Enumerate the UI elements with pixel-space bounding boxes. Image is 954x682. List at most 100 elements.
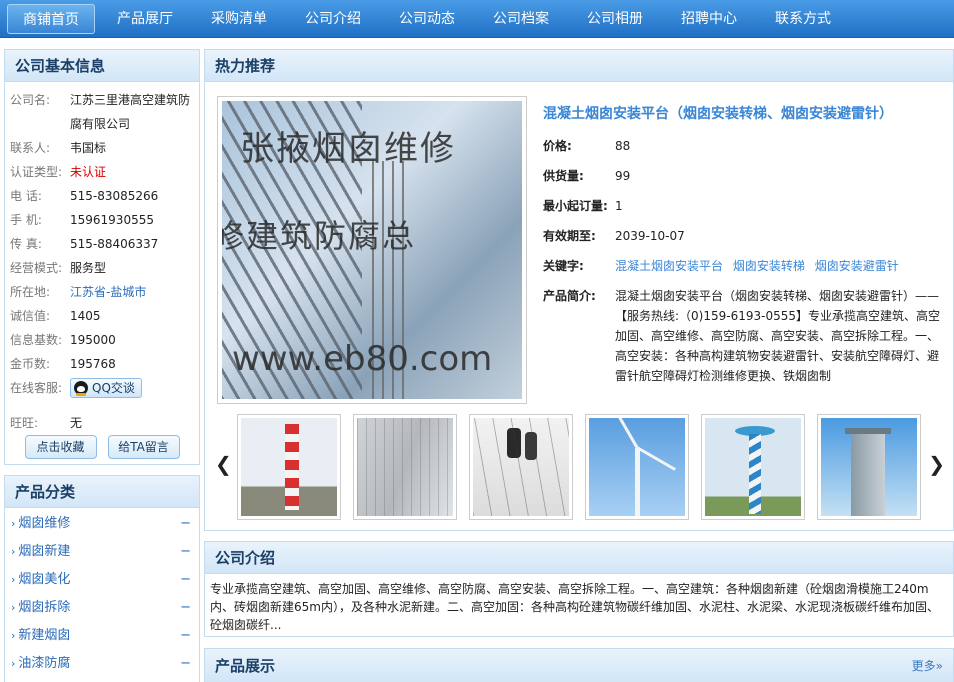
company-intro-text: 专业承揽高空建筑、高空加固、高空维修、高空防腐、高空安装、高空拆除工程。一、高空… <box>210 582 939 632</box>
location-label: 所在地: <box>10 285 51 299</box>
collapse-icon[interactable]: − <box>180 510 191 538</box>
image-watermark-url: www.eb80.com <box>232 339 493 379</box>
company-intro-heading: 公司介绍 <box>205 542 953 574</box>
chevron-right-icon: › <box>11 657 16 670</box>
chevron-right-icon: › <box>11 545 16 558</box>
contact-label: 联系人: <box>10 141 51 155</box>
collapse-icon[interactable]: − <box>180 622 191 650</box>
collapse-icon[interactable]: − <box>180 538 191 566</box>
product-title-link[interactable]: 混凝土烟囱安装平台（烟囱安装转梯、烟囱安装避雷针） <box>543 104 945 124</box>
leave-message-button[interactable]: 给TA留言 <box>107 435 180 459</box>
nav-home[interactable]: 商铺首页 <box>7 4 95 34</box>
collapse-icon[interactable]: − <box>180 594 191 622</box>
product-category-panel: 产品分类 › 烟囱维修 − › 烟囱新建 − › 烟囱美化 − › 烟囱拆除 − › 新建烟囱 − … <box>4 475 200 682</box>
business-mode-label: 经营模式: <box>10 261 63 275</box>
chevron-right-icon: › <box>11 573 16 586</box>
category-label: 油漆防腐 <box>18 656 71 671</box>
keyword-link[interactable]: 混凝土烟囱安装平台 <box>615 259 723 273</box>
thumbnail[interactable] <box>817 414 921 520</box>
favorite-button[interactable]: 点击收藏 <box>24 435 97 459</box>
qq-chat-label: QQ交谈 <box>92 381 135 395</box>
nav-jobs[interactable]: 招聘中心 <box>662 4 756 34</box>
description-label: 产品简介: <box>543 289 596 303</box>
company-info-panel: 公司基本信息 公司名: 江苏三里港高空建筑防腐有限公司 联系人: 韦国标 认证类… <box>4 49 200 465</box>
keyword-link[interactable]: 烟囱安装转梯 <box>733 259 805 273</box>
collapse-icon[interactable]: − <box>180 566 191 594</box>
wangwang-value: 无 <box>70 416 83 430</box>
phone-value: 515-83085266 <box>70 189 159 203</box>
category-label: 烟囱拆除 <box>18 600 71 615</box>
category-heading: 产品分类 <box>5 476 199 508</box>
collapse-icon[interactable]: − <box>180 650 191 678</box>
min-order-label: 最小起订量: <box>543 199 608 213</box>
thumbnail[interactable] <box>237 414 341 520</box>
fax-label: 传 真: <box>10 237 42 251</box>
hot-recommend-heading: 热力推荐 <box>205 50 953 82</box>
wangwang-label: 旺旺: <box>10 416 39 430</box>
mobile-value: 15961930555 <box>70 213 154 227</box>
nav-about[interactable]: 公司介绍 <box>286 4 380 34</box>
category-item[interactable]: › 油漆防腐 − <box>5 650 199 678</box>
info-base-label: 信息基数: <box>10 333 63 347</box>
nav-purchase[interactable]: 采购清单 <box>192 4 286 34</box>
category-item[interactable]: › 烟囱拆除 − <box>5 594 199 622</box>
company-info-heading: 公司基本信息 <box>5 50 199 82</box>
nav-album[interactable]: 公司相册 <box>568 4 662 34</box>
qq-penguin-icon <box>74 381 88 396</box>
product-detail: 混凝土烟囱安装平台（烟囱安装转梯、烟囱安装避雷针） 价格: 88 供货量: 99 最… <box>543 104 945 396</box>
keyword-link[interactable]: 烟囱安装避雷针 <box>815 259 899 273</box>
chevron-right-icon: › <box>11 601 16 614</box>
category-label: 烟囱新建 <box>18 544 71 559</box>
thumbnail-carousel: ❮ ❯ <box>205 414 953 524</box>
product-showcase-heading: 产品展示 <box>215 657 276 675</box>
online-service-label: 在线客服: <box>10 381 63 395</box>
min-order-value: 1 <box>615 199 623 213</box>
image-watermark-text: 修建筑防腐总 <box>222 217 417 255</box>
category-item[interactable]: › 烟囱新建 − <box>5 538 199 566</box>
stock-value: 99 <box>615 169 631 183</box>
hot-recommend-panel: 热力推荐 张掖烟囱维修 修建筑防腐总 www.eb80.com 混凝土烟囱安装平… <box>204 49 954 531</box>
category-label: 烟囱维修 <box>18 516 71 531</box>
cert-value: 未认证 <box>70 165 107 179</box>
category-label: 烟囱美化 <box>18 572 71 587</box>
top-nav: 商铺首页 产品展厅 采购清单 公司介绍 公司动态 公司档案 公司相册 招聘中心 … <box>0 0 954 38</box>
description-text: 混凝土烟囱安装平台（烟囱安装转梯、烟囱安装避雷针）——【服务热线:（0)159-… <box>615 289 941 383</box>
price-value: 88 <box>615 139 631 153</box>
nav-profile[interactable]: 公司档案 <box>474 4 568 34</box>
chevron-right-icon: › <box>11 517 16 530</box>
fax-value: 515-88406337 <box>70 237 159 251</box>
category-label: 新建烟囱 <box>18 628 71 643</box>
valid-until-label: 有效期至: <box>543 229 596 243</box>
thumbnail[interactable] <box>469 414 573 520</box>
info-base-value: 195000 <box>70 333 116 347</box>
main-product-image[interactable]: 张掖烟囱维修 修建筑防腐总 www.eb80.com <box>217 96 527 404</box>
carousel-prev-icon[interactable]: ❮ <box>215 452 232 476</box>
nav-products[interactable]: 产品展厅 <box>98 4 192 34</box>
category-item[interactable]: › 烟囱美化 − <box>5 566 199 594</box>
thumbnail[interactable] <box>585 414 689 520</box>
thumbnail[interactable] <box>353 414 457 520</box>
location-link[interactable]: 江苏省-盐城市 <box>70 280 199 304</box>
coins-value: 195768 <box>70 357 116 371</box>
category-item[interactable]: › 新建烟囱 − <box>5 622 199 650</box>
company-name-label: 公司名: <box>10 93 51 107</box>
credit-value: 1405 <box>70 309 101 323</box>
thumbnail[interactable] <box>701 414 805 520</box>
keywords-label: 关键字: <box>543 259 584 273</box>
nav-contact[interactable]: 联系方式 <box>756 4 850 34</box>
cert-label: 认证类型: <box>10 165 63 179</box>
product-showcase-panel: 产品展示 更多» <box>204 648 954 682</box>
carousel-next-icon[interactable]: ❯ <box>928 452 945 476</box>
more-link[interactable]: 更多» <box>912 649 943 682</box>
coins-label: 金币数: <box>10 357 51 371</box>
stock-label: 供货量: <box>543 169 584 183</box>
company-intro-panel: 公司介绍 专业承揽高空建筑、高空加固、高空维修、高空防腐、高空安装、高空拆除工程… <box>204 541 954 637</box>
mobile-label: 手 机: <box>10 213 42 227</box>
credit-label: 诚信值: <box>10 309 51 323</box>
contact-value: 韦国标 <box>70 141 107 155</box>
image-watermark-text: 张掖烟囱维修 <box>240 129 456 169</box>
company-name: 江苏三里港高空建筑防腐有限公司 <box>70 93 191 131</box>
nav-news[interactable]: 公司动态 <box>380 4 474 34</box>
category-item[interactable]: › 烟囱维修 − <box>5 510 199 538</box>
qq-chat-button[interactable]: QQ交谈 <box>70 378 142 398</box>
